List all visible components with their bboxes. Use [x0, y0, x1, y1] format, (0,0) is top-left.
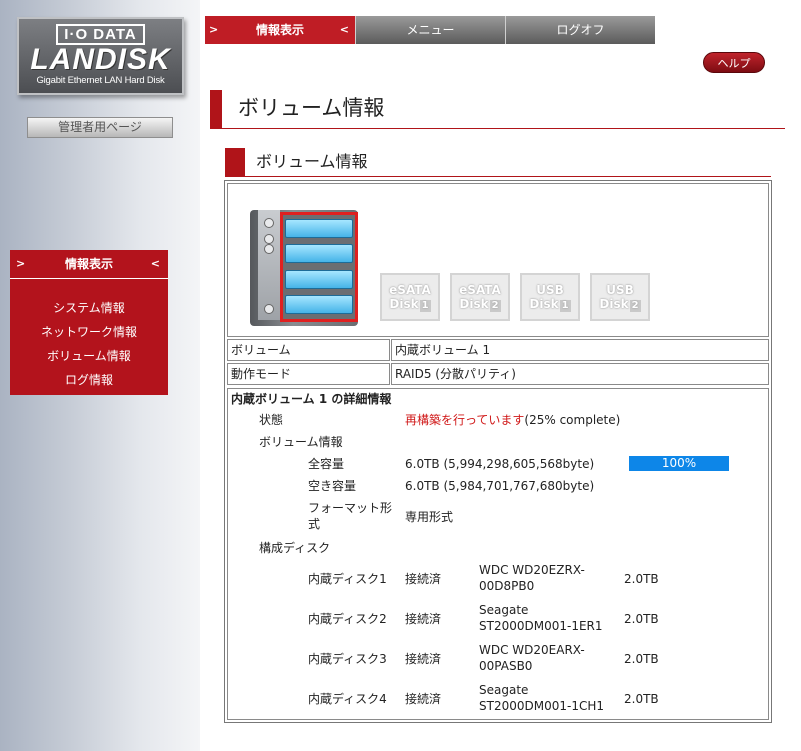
brand-text: I·O DATA: [56, 24, 145, 45]
format-label: フォーマット形式: [308, 501, 393, 531]
disk-name: 内蔵ディスク3: [308, 652, 387, 666]
format-value: 専用形式: [405, 510, 454, 524]
disk-name: 内蔵ディスク4: [308, 692, 387, 706]
disk-size: 2.0TB: [624, 652, 659, 666]
page-title-text: ボリューム情報: [238, 96, 385, 120]
section-bar-accent: [225, 148, 245, 176]
disk-status: 接続済: [405, 652, 442, 666]
tagline-text: Gigabit Ethernet LAN Hard Disk: [36, 75, 165, 86]
chevron-left-icon: <: [150, 257, 160, 270]
esata-disk-1-icon: eSATA Disk 1: [380, 273, 440, 321]
sidenav-list: システム情報 ネットワーク情報 ボリューム情報 ログ情報: [10, 296, 168, 392]
led-icon: [264, 218, 274, 228]
sidebar-item-log-info[interactable]: ログ情報: [10, 368, 168, 392]
volume-label: ボリューム: [227, 339, 390, 361]
chevron-right-icon: >: [16, 257, 26, 270]
esata-disk-2-icon: eSATA Disk 2: [450, 273, 510, 321]
usb-disk-1-icon: USB Disk 1: [520, 273, 580, 321]
disk-model: WDC WD20EARX-00PASB0: [479, 643, 585, 673]
disk-status: 接続済: [405, 572, 442, 586]
sidebar-item-system-info[interactable]: システム情報: [10, 296, 168, 320]
status-suffix: (25% complete): [524, 413, 621, 427]
ext-type: USB: [606, 283, 634, 297]
nas-device-icon: [250, 206, 360, 328]
chevron-left-icon: <: [339, 23, 349, 36]
tab-info-display[interactable]: > 情報表示 <: [205, 16, 355, 44]
ext-label-row: Disk 2: [592, 297, 648, 312]
disk-size: 2.0TB: [624, 692, 659, 706]
ext-label-row: Disk 1: [382, 297, 438, 312]
sidebar-item-volume-info[interactable]: ボリューム情報: [10, 344, 168, 368]
detail-heading: 内蔵ボリューム 1 の詳細情報: [231, 392, 392, 406]
chevron-right-icon: >: [209, 23, 219, 36]
disk-model: WDC WD20EZRX-00D8PB0: [479, 563, 585, 593]
ext-type: eSATA: [459, 283, 501, 297]
ext-num: 1: [419, 300, 431, 312]
led-icon: [264, 234, 274, 244]
power-button-icon: [264, 304, 274, 314]
left-column: I·O DATA LANDISK Gigabit Ethernet LAN Ha…: [0, 0, 200, 751]
total-label: 全容量: [308, 457, 345, 471]
top-navigation: > 情報表示 < メニュー ログオフ: [205, 16, 655, 44]
landisk-logo: I·O DATA LANDISK Gigabit Ethernet LAN Ha…: [17, 17, 184, 95]
ext-label: Disk: [599, 297, 629, 311]
volinfo-label: ボリューム情報: [259, 435, 343, 449]
disk-size: 2.0TB: [624, 612, 659, 626]
disk-status: 接続済: [405, 612, 442, 626]
page-title: ボリューム情報: [210, 90, 785, 129]
ext-label-row: Disk 2: [452, 297, 508, 312]
volume-detail-box: 内蔵ボリューム 1 の詳細情報 状態 再構築を行っています(25% comple…: [227, 388, 769, 720]
drive-bay-3: [285, 270, 353, 289]
section-title: ボリューム情報: [225, 148, 771, 177]
mode-value: RAID5 (分散パリティ): [391, 363, 769, 385]
disk-name: 内蔵ディスク2: [308, 612, 387, 626]
mode-label: 動作モード: [227, 363, 390, 385]
sidenav-header[interactable]: > 情報表示 <: [10, 250, 168, 279]
status-value: 再構築を行っています(25% complete): [405, 412, 620, 428]
tab-logoff[interactable]: ログオフ: [505, 16, 655, 44]
disk-model: Seagate ST2000DM001-1ER1: [479, 603, 603, 633]
ext-label-row: Disk 1: [522, 297, 578, 312]
help-button[interactable]: ヘルプ: [703, 52, 765, 73]
ext-num: 2: [489, 300, 501, 312]
volume-panel: eSATA Disk 1 eSATA Disk 2 USB Disk 1 USB Di…: [224, 180, 772, 723]
drive-bay-2: [285, 244, 353, 263]
title-bar-accent: [210, 90, 222, 128]
usage-progress-bar: 100%: [629, 456, 729, 471]
section-title-text: ボリューム情報: [256, 152, 368, 171]
usb-disk-2-icon: USB Disk 2: [590, 273, 650, 321]
status-highlight: 再構築を行っています: [405, 413, 525, 427]
product-text: LANDISK: [30, 43, 171, 76]
ext-num: 1: [559, 300, 571, 312]
disk-size: 2.0TB: [624, 572, 659, 586]
nas-drive-bays: [280, 212, 358, 322]
ext-label: Disk: [529, 297, 559, 311]
ext-type: eSATA: [389, 283, 431, 297]
status-label: 状態: [259, 413, 284, 427]
volume-value: 内蔵ボリューム 1: [391, 339, 769, 361]
sidebar-item-network-info[interactable]: ネットワーク情報: [10, 320, 168, 344]
sidenav-title: 情報表示: [64, 257, 113, 271]
disk-model: Seagate ST2000DM001-1CH1: [479, 683, 604, 713]
tab-label: 情報表示: [255, 23, 304, 37]
disk-status: 接続済: [405, 692, 442, 706]
free-value: 6.0TB (5,984,701,767,680byte): [405, 479, 595, 493]
total-value: 6.0TB (5,994,298,605,568byte): [405, 457, 595, 471]
led-icon: [264, 244, 274, 254]
ext-num: 2: [629, 300, 641, 312]
ext-label: Disk: [389, 297, 419, 311]
side-navigation: > 情報表示 < システム情報 ネットワーク情報 ボリューム情報 ログ情報: [10, 250, 168, 395]
drive-bay-4: [285, 295, 353, 314]
ext-type: USB: [536, 283, 564, 297]
disks-label: 構成ディスク: [259, 541, 331, 555]
drive-bay-1: [285, 219, 353, 238]
ext-label: Disk: [459, 297, 489, 311]
admin-page-button[interactable]: 管理者用ページ: [27, 117, 173, 138]
tab-menu[interactable]: メニュー: [355, 16, 505, 44]
disk-name: 内蔵ディスク1: [308, 572, 387, 586]
free-label: 空き容量: [308, 479, 357, 493]
device-image-box: eSATA Disk 1 eSATA Disk 2 USB Disk 1 USB Di…: [227, 183, 769, 337]
